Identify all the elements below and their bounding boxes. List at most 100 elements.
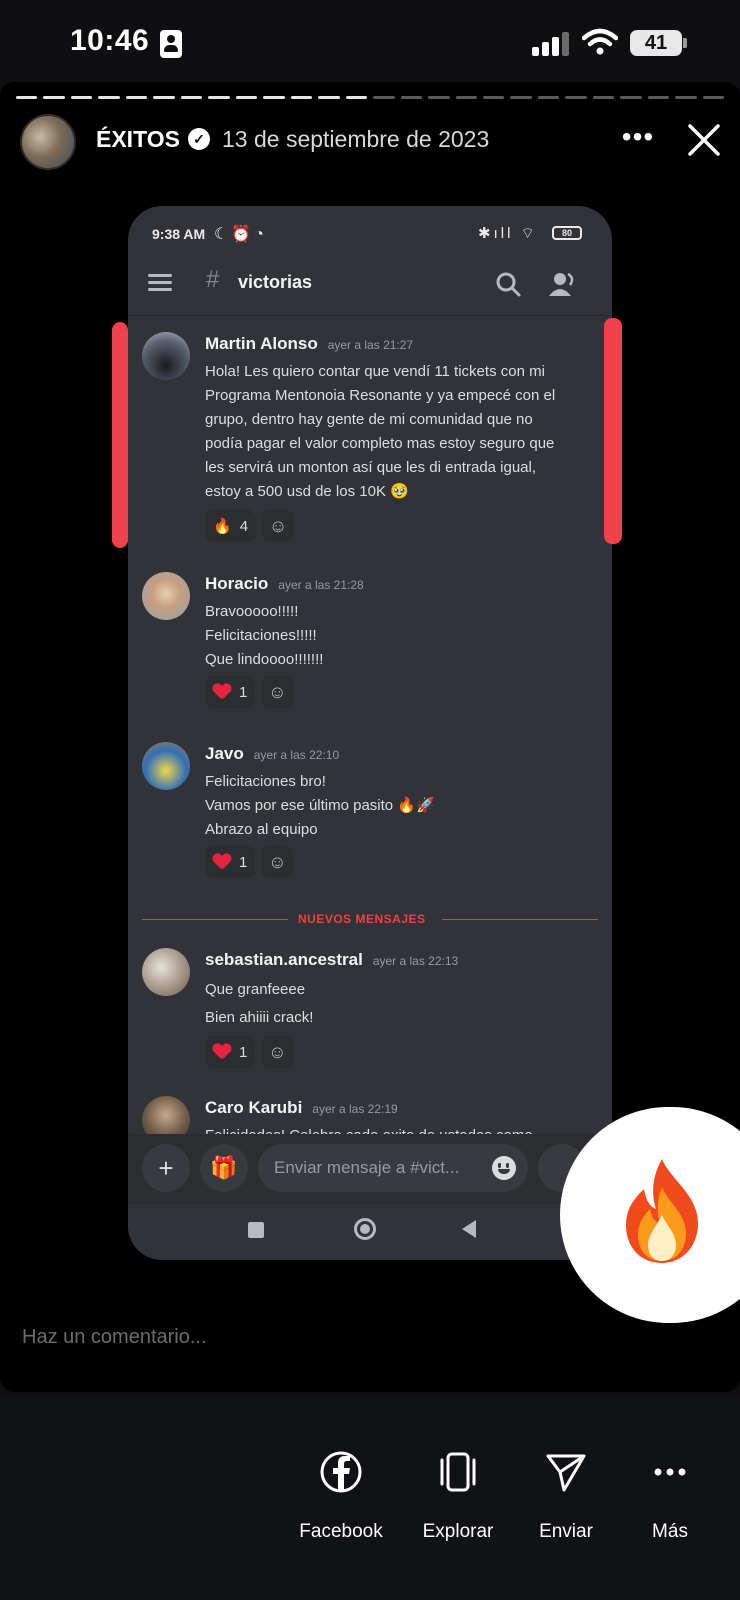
status-bar: 10:46 41 [0, 0, 740, 88]
story-progress-bar [16, 96, 725, 100]
phone-status-icons: ☾⏰◔ [214, 226, 267, 243]
progress-segment [510, 96, 532, 99]
fire-icon [626, 1159, 698, 1263]
add-reaction-icon: ☺ [262, 510, 295, 542]
message-author: Martin Alonso ayer a las 21:27 [205, 334, 414, 353]
message-text: Que granfeeee Bien ahiiii crack! [205, 981, 314, 1026]
avatar[interactable] [20, 114, 76, 170]
progress-segment [98, 96, 120, 99]
explore-button[interactable]: Explorar [398, 1450, 518, 1560]
progress-segment [125, 96, 148, 99]
message-author: Horacio ayer a las 21:28 [205, 574, 364, 593]
progress-segment [702, 96, 725, 99]
send-icon [546, 1454, 586, 1492]
members-icon [549, 272, 574, 296]
reaction-row: 1 ☺ [205, 1036, 294, 1068]
facebook-icon [320, 1451, 362, 1493]
more-options-icon[interactable]: ••• [620, 122, 656, 158]
recents-icon [248, 1222, 264, 1238]
battery-indicator: 41 [630, 30, 687, 56]
progress-segment [180, 96, 203, 99]
heart-icon [213, 684, 231, 700]
message-author: sebastian.ancestral ayer a las 22:13 [205, 950, 459, 969]
message-time: ayer a las 22:10 [253, 748, 340, 762]
avatar [142, 572, 190, 620]
heart-reaction: 1 [205, 676, 256, 708]
progress-segment [70, 96, 93, 99]
highlight-marker-left [112, 322, 128, 548]
add-reaction-icon: ☺ [261, 846, 294, 878]
story-header: ÉXITOS ✓ 13 de septiembre de 2023 ••• [0, 112, 740, 172]
comment-input[interactable]: Haz un comentario... [22, 1326, 207, 1349]
channel-header: # victorias [128, 256, 612, 316]
send-label: Enviar [539, 1521, 593, 1542]
message-input: Enviar mensaje a #vict... [258, 1144, 528, 1192]
progress-segment [345, 96, 368, 99]
new-messages-label: NUEVOS MENSAJES [298, 912, 426, 926]
progress-segment [400, 96, 423, 99]
more-icon [654, 1468, 686, 1476]
story-username[interactable]: ÉXITOS [96, 126, 180, 153]
message-text: Hola! Les quiero contar que vendí 11 tic… [205, 363, 556, 500]
phone-status-time: 9:38 AM [152, 226, 206, 242]
progress-segment [263, 96, 285, 99]
back-icon [462, 1220, 476, 1238]
home-icon [354, 1218, 376, 1240]
shared-screenshot: 9:38 AM ☾⏰◔ ✱ıll ⌔ 80 # victorias Martin… [128, 206, 612, 1260]
emoji-icon [492, 1156, 516, 1180]
progress-segment [318, 96, 340, 99]
story-action-bar: Facebook Explorar Enviar Más [0, 1396, 740, 1600]
explore-label: Explorar [422, 1521, 494, 1542]
progress-segment [428, 96, 450, 99]
progress-segment [455, 96, 477, 99]
channel-name: victorias [238, 272, 313, 292]
facebook-share-button[interactable]: Facebook [281, 1450, 401, 1560]
avatar [142, 948, 190, 996]
progress-segment [153, 96, 175, 99]
message-time: ayer a las 21:28 [278, 578, 364, 592]
more-button[interactable]: Más [610, 1450, 730, 1560]
add-reaction-icon: ☺ [261, 676, 294, 708]
wifi-icon [582, 28, 618, 55]
avatar [142, 332, 190, 380]
gift-icon: 🎁 [200, 1144, 248, 1192]
progress-segment [235, 96, 258, 99]
send-button[interactable]: Enviar [506, 1450, 626, 1560]
progress-segment [16, 96, 38, 99]
heart-icon [213, 1044, 231, 1060]
message-author: Javo ayer a las 22:10 [205, 744, 340, 763]
progress-segment [537, 96, 560, 99]
android-nav-bar [128, 1204, 612, 1260]
close-icon[interactable] [684, 120, 724, 160]
bluetooth-signal-icons: ✱ıll ⌔ [478, 225, 538, 242]
highlight-marker-right [604, 318, 622, 544]
progress-segment [675, 96, 697, 99]
message-text: Felicitaciones bro! Vamos por ese último… [205, 773, 435, 838]
progress-segment [482, 96, 505, 99]
plus-icon: + [142, 1144, 190, 1192]
progress-segment [620, 96, 642, 99]
fire-reaction: 🔥 4 [205, 510, 257, 542]
hamburger-menu-icon [148, 274, 172, 292]
verified-badge-icon: ✓ [188, 128, 210, 150]
progress-segment [290, 96, 313, 99]
avatar [142, 742, 190, 790]
reaction-row: 🔥 4 ☺ [205, 510, 295, 542]
message-time: ayer a las 21:27 [327, 338, 414, 352]
progress-segment [208, 96, 230, 99]
facebook-label: Facebook [299, 1521, 383, 1542]
more-label: Más [652, 1521, 688, 1542]
message-author: Caro Karubi ayer a las 22:19 [205, 1098, 398, 1117]
phone-status-bar: 9:38 AM ☾⏰◔ ✱ıll ⌔ 80 [128, 206, 612, 256]
story-viewer[interactable]: ÉXITOS ✓ 13 de septiembre de 2023 ••• 9:… [0, 82, 740, 1392]
cellular-signal-icon [532, 32, 572, 56]
progress-segment [43, 96, 65, 99]
message-text: Bravooooo!!!!! Felicitaciones!!!!! Que l… [205, 603, 324, 668]
progress-segment [565, 96, 587, 99]
progress-segment [647, 96, 670, 99]
progress-segment [592, 96, 615, 99]
fire-emoji-icon: 🔥 [213, 518, 232, 535]
status-time: 10:46 [70, 24, 150, 57]
progress-segment [373, 96, 395, 99]
phone-battery: 80 [552, 226, 582, 240]
